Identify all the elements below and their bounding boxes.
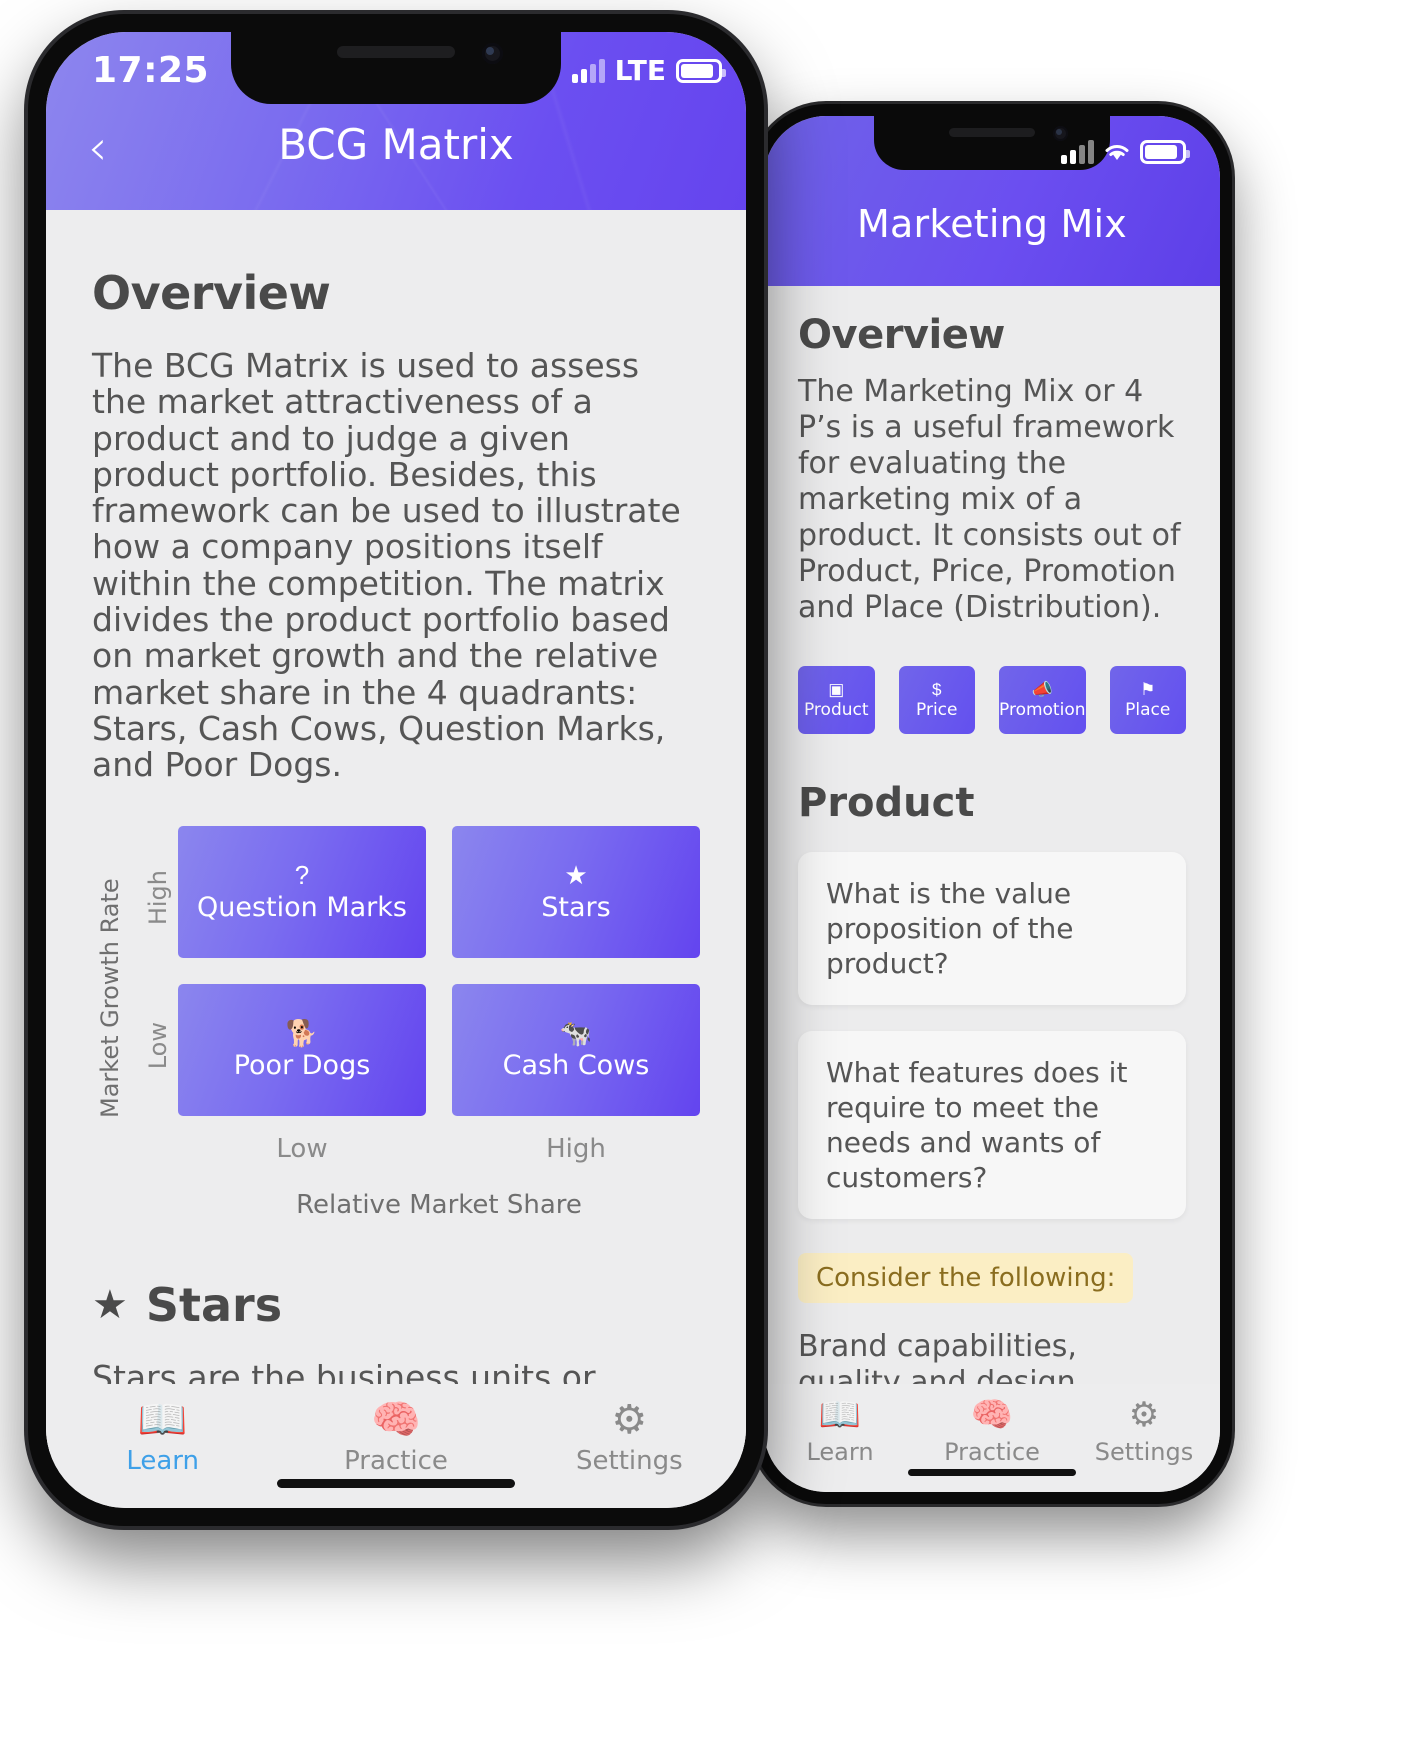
megaphone-icon: 📣 bbox=[1031, 679, 1053, 699]
stars-section-heading: ★ Stars bbox=[92, 1278, 700, 1332]
status-bar-time: 17:25 bbox=[92, 50, 210, 91]
quadrant-cash-cows[interactable]: 🐄 Cash Cows bbox=[452, 983, 700, 1116]
question-card[interactable]: What is the value proposition of the pro… bbox=[798, 852, 1186, 1005]
overview-heading: Overview bbox=[92, 266, 331, 320]
matrix-y-axis-label: Market Growth Rate bbox=[96, 877, 124, 1118]
gear-icon: ⚙ bbox=[1128, 1396, 1160, 1434]
home-indicator-back[interactable] bbox=[908, 1469, 1076, 1476]
phone-back-page-title: Marketing Mix bbox=[857, 202, 1127, 246]
matrix-y-tick-high: High bbox=[144, 869, 172, 925]
overview-paragraph: The BCG Matrix is used to assess the mar… bbox=[92, 346, 681, 785]
bcg-matrix-diagram: Market Growth Rate High Low ? Question M… bbox=[92, 825, 700, 1220]
phone-device-front: 17:25 LTE ‹ BCG Matrix Overview The BCG … bbox=[28, 14, 764, 1526]
pill-price[interactable]: $ Price bbox=[898, 666, 975, 734]
network-type-label: LTE bbox=[614, 54, 666, 87]
stars-section-heading-label: Stars bbox=[145, 1277, 283, 1332]
brain-icon: 🧠 bbox=[371, 1398, 421, 1442]
four-ps-button-row: ▣ Product $ Price 📣 Promotion ⚑ Place bbox=[798, 666, 1186, 734]
home-indicator[interactable] bbox=[277, 1479, 515, 1488]
earpiece-speaker bbox=[337, 46, 455, 58]
page-title: BCG Matrix bbox=[278, 120, 514, 169]
phone-front-status-bar: LTE bbox=[571, 54, 726, 87]
quadrant-stars-label: Stars bbox=[541, 892, 611, 924]
cellular-bars-icon bbox=[571, 58, 605, 83]
tab-settings-label: Settings bbox=[576, 1446, 683, 1476]
quadrant-cash-cows-label: Cash Cows bbox=[502, 1050, 650, 1082]
matrix-x-ticks: Low High bbox=[178, 1134, 700, 1164]
phone-front-screen: 17:25 LTE ‹ BCG Matrix Overview The BCG … bbox=[46, 32, 746, 1508]
tab-practice-label: Practice bbox=[344, 1446, 448, 1476]
back-button[interactable]: ‹ bbox=[88, 124, 107, 172]
pill-product[interactable]: ▣ Product bbox=[798, 666, 875, 734]
location-pin-icon: ⚑ bbox=[1140, 679, 1156, 699]
product-section-heading: Product bbox=[798, 780, 975, 826]
quadrant-stars[interactable]: ★ Stars bbox=[452, 825, 700, 958]
phone-back-screen: Marketing Mix Overview The Marketing Mix… bbox=[764, 116, 1220, 1492]
phone-front-content: Overview The BCG Matrix is used to asses… bbox=[46, 266, 746, 1469]
tab-practice-back-label: Practice bbox=[944, 1438, 1040, 1466]
pill-promotion-label: Promotion bbox=[999, 699, 1086, 720]
tab-practice-back[interactable]: 🧠 Practice bbox=[916, 1398, 1068, 1466]
dog-icon: 🐕 bbox=[285, 1018, 319, 1049]
quadrant-poor-dogs[interactable]: 🐕 Poor Dogs bbox=[178, 983, 426, 1116]
pill-place-label: Place bbox=[1125, 699, 1171, 720]
tab-settings-back[interactable]: ⚙ Settings bbox=[1068, 1398, 1220, 1466]
tab-practice[interactable]: 🧠 Practice bbox=[279, 1400, 512, 1476]
matrix-x-tick-high: High bbox=[546, 1133, 606, 1164]
pill-place[interactable]: ⚑ Place bbox=[1109, 666, 1186, 734]
question-mark-icon: ? bbox=[294, 860, 310, 891]
tab-learn-back[interactable]: 📖 Learn bbox=[764, 1398, 916, 1466]
front-camera-back bbox=[1053, 126, 1068, 141]
brain-icon: 🧠 bbox=[970, 1396, 1014, 1434]
phone-device-back: Marketing Mix Overview The Marketing Mix… bbox=[752, 104, 1232, 1504]
tab-settings[interactable]: ⚙ Settings bbox=[513, 1400, 746, 1476]
quadrant-question-marks[interactable]: ? Question Marks bbox=[178, 825, 426, 958]
gear-icon: ⚙ bbox=[611, 1398, 648, 1442]
cow-icon: 🐄 bbox=[559, 1018, 593, 1049]
question-card[interactable]: What features does it require to meet th… bbox=[798, 1031, 1186, 1219]
chevron-left-icon: ‹ bbox=[88, 120, 108, 176]
battery-icon bbox=[676, 58, 726, 83]
battery-icon bbox=[1140, 140, 1190, 164]
book-icon: 📖 bbox=[818, 1396, 862, 1434]
phone-front-notch bbox=[231, 14, 561, 104]
dollar-icon: $ bbox=[932, 679, 942, 699]
star-icon: ★ bbox=[564, 860, 588, 891]
cellular-bars-icon bbox=[1061, 140, 1094, 164]
star-icon: ★ bbox=[92, 1281, 128, 1328]
tab-learn[interactable]: 📖 Learn bbox=[46, 1400, 279, 1476]
wifi-icon bbox=[1105, 145, 1129, 160]
matrix-x-axis-label: Relative Market Share bbox=[296, 1189, 582, 1220]
consider-note-badge: Consider the following: bbox=[798, 1253, 1134, 1303]
screenshot-stage: Marketing Mix Overview The Marketing Mix… bbox=[0, 0, 1415, 1740]
phone-back-content: Overview The Marketing Mix or 4 P’s is a… bbox=[764, 312, 1220, 1492]
pill-price-label: Price bbox=[916, 699, 958, 720]
pill-product-label: Product bbox=[803, 699, 869, 720]
overview-paragraph-back: The Marketing Mix or 4 P’s is a useful f… bbox=[798, 374, 1181, 625]
phone-front-tab-bar: 📖 Learn 🧠 Practice ⚙ Settings bbox=[46, 1384, 746, 1508]
tab-learn-label: Learn bbox=[126, 1446, 199, 1476]
quadrant-question-marks-label: Question Marks bbox=[197, 892, 407, 924]
front-camera bbox=[482, 43, 503, 64]
tab-settings-back-label: Settings bbox=[1094, 1438, 1194, 1466]
matrix-x-tick-low: Low bbox=[276, 1133, 328, 1164]
tab-learn-back-label: Learn bbox=[806, 1438, 874, 1466]
quadrant-poor-dogs-label: Poor Dogs bbox=[233, 1050, 371, 1082]
pill-promotion[interactable]: 📣 Promotion bbox=[999, 666, 1086, 734]
overview-heading-back: Overview bbox=[798, 312, 1005, 358]
phone-back-status-bar bbox=[1061, 140, 1190, 164]
earpiece-speaker-back bbox=[949, 128, 1035, 137]
product-box-icon: ▣ bbox=[828, 679, 845, 699]
matrix-y-tick-low: Low bbox=[144, 1021, 172, 1069]
matrix-quadrant-grid: ? Question Marks ★ Stars 🐕 Poor Dogs 🐄 C… bbox=[178, 825, 700, 1116]
book-icon: 📖 bbox=[137, 1398, 188, 1442]
